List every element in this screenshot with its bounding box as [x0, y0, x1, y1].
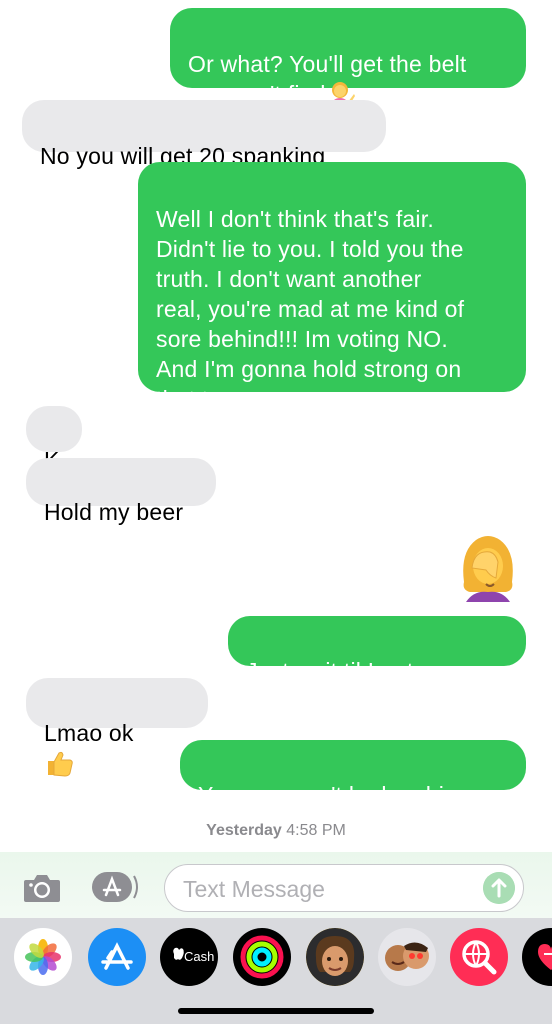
thumbs-up-emoji-icon — [48, 751, 73, 777]
message-input[interactable]: Text Message — [164, 864, 524, 912]
message-text: Lmao ok — [44, 720, 134, 746]
photos-flower-icon — [25, 939, 61, 975]
sent-message[interactable]: Well I don't think that's fair. Didn't l… — [138, 162, 526, 412]
message-text: Hold my beer — [44, 499, 184, 525]
sent-message[interactable]: Or what? You'll get the belt you can't f… — [170, 8, 526, 108]
cash-label: Cash — [184, 949, 214, 964]
app-store-apps-icon[interactable] — [90, 870, 142, 904]
woman-facepalming-emoji-icon[interactable] — [456, 532, 520, 602]
sent-message[interactable]: Yea you won't be laughing — [180, 740, 526, 808]
received-message[interactable]: Hold my beer — [26, 458, 216, 525]
memoji-face-icon — [306, 928, 364, 986]
message-input-placeholder: Text Message — [183, 876, 325, 902]
memoji-stickers-faces-icon — [385, 942, 429, 971]
messages-screen: Or what? You'll get the belt you can't f… — [0, 0, 552, 1024]
timestamp-time: 4:58 PM — [286, 822, 346, 839]
web-search-icon[interactable] — [450, 928, 508, 986]
app-store-glyph-icon — [101, 942, 133, 970]
received-message[interactable]: K — [26, 406, 82, 473]
app-store-icon[interactable] — [88, 928, 146, 986]
globe-magnifier-icon — [462, 940, 497, 975]
sent-message[interactable]: Just wait til I get angry — [228, 616, 526, 684]
timestamp-day: Yesterday — [206, 822, 282, 839]
apple-cash-icon[interactable]: Cash — [160, 928, 218, 986]
memoji-stickers-icon[interactable] — [378, 928, 436, 986]
activity-rings-icon — [240, 935, 284, 979]
send-arrow-icon[interactable] — [483, 872, 515, 904]
message-text: Yea you won't be laughing — [198, 782, 470, 808]
photos-icon[interactable] — [14, 928, 72, 986]
apple-logo-icon: Cash — [173, 947, 214, 964]
activity-icon[interactable] — [233, 928, 291, 986]
heart-touch-icon — [538, 944, 552, 970]
message-text: Just wait til I get angry — [246, 658, 479, 684]
digital-touch-icon[interactable] — [522, 928, 552, 986]
memoji-icon[interactable] — [306, 928, 364, 986]
received-message[interactable]: No you will get 20 spanking — [22, 100, 386, 169]
received-message[interactable]: Lmao ok — [26, 678, 208, 777]
imessage-app-tray: Cash — [0, 918, 552, 1024]
message-text: Well I don't think that's fair. Didn't l… — [156, 206, 465, 412]
camera-icon[interactable] — [22, 872, 62, 904]
message-timestamp: Yesterday 4:58 PM — [0, 822, 552, 840]
home-indicator[interactable] — [178, 1008, 374, 1014]
composer-bar: Text Message — [0, 852, 552, 918]
